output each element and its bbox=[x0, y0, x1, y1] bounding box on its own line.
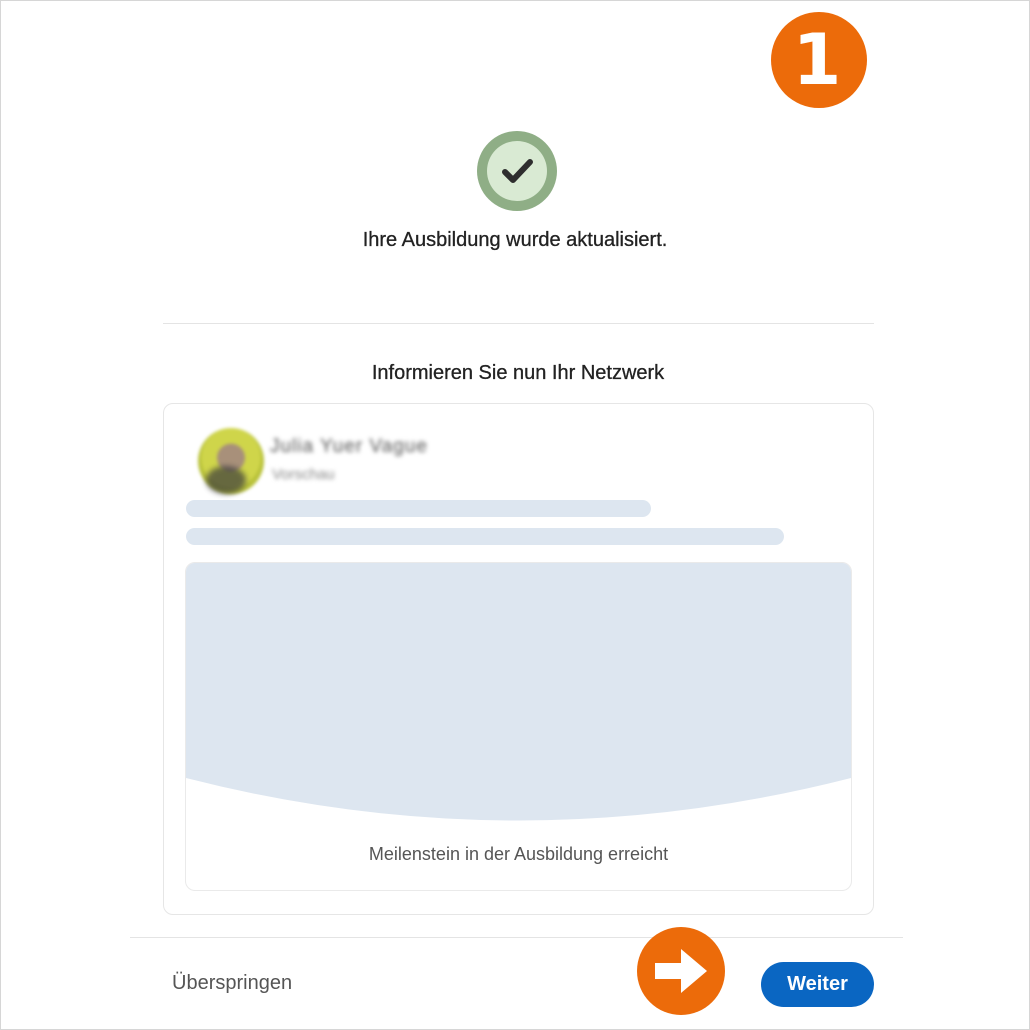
text-placeholder-line bbox=[186, 528, 784, 545]
milestone-card: Meilenstein in der Ausbildung erreicht bbox=[185, 562, 852, 891]
next-button[interactable]: Weiter bbox=[761, 962, 874, 1007]
milestone-illustration bbox=[186, 563, 851, 821]
avatar-shadow bbox=[206, 466, 246, 494]
author-name-blurred: Julia Yuer Vague bbox=[270, 436, 428, 457]
step-number-badge: 1 bbox=[771, 12, 867, 108]
skip-button[interactable]: Überspringen bbox=[172, 972, 292, 995]
divider bbox=[163, 323, 874, 324]
share-heading: Informieren Sie nun Ihr Netzwerk bbox=[371, 362, 665, 384]
milestone-label: Meilenstein in der Ausbildung erreicht bbox=[368, 844, 669, 864]
step-number: 1 bbox=[792, 19, 842, 101]
author-subtitle-blurred: Vorschau bbox=[272, 466, 335, 483]
success-message: Ihre Ausbildung wurde aktualisiert. bbox=[362, 229, 668, 251]
footer-divider bbox=[130, 937, 903, 938]
checkmark-icon bbox=[477, 131, 557, 211]
arrow-right-icon bbox=[637, 927, 725, 1015]
text-placeholder-line bbox=[186, 500, 651, 517]
